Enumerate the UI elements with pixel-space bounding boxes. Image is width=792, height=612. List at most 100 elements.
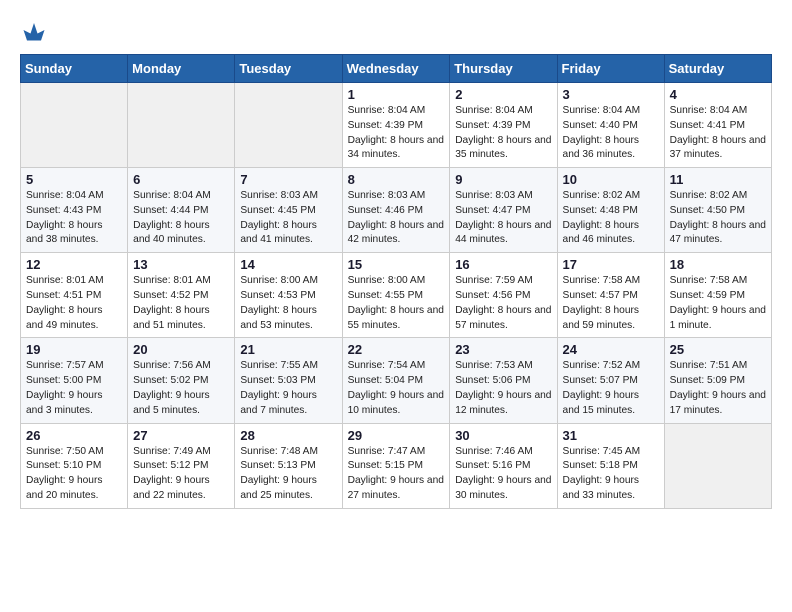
calendar-cell: 9 Sunrise: 8:03 AM Sunset: 4:47 PM Daylig…	[450, 168, 557, 253]
day-info: Sunrise: 8:04 AM Sunset: 4:44 PM Dayligh…	[133, 189, 229, 248]
day-info: Sunrise: 8:04 AM Sunset: 4:39 PM Dayligh…	[455, 104, 551, 163]
weekday-header-saturday: Saturday	[664, 55, 771, 83]
day-info: Sunrise: 8:03 AM Sunset: 4:45 PM Dayligh…	[240, 189, 336, 248]
day-number: 29	[348, 428, 445, 443]
day-number: 7	[240, 172, 336, 187]
logo-icon	[20, 16, 48, 44]
day-info: Sunrise: 8:00 AM Sunset: 4:55 PM Dayligh…	[348, 274, 445, 333]
day-number: 26	[26, 428, 122, 443]
day-info: Sunrise: 8:04 AM Sunset: 4:39 PM Dayligh…	[348, 104, 445, 163]
day-number: 18	[670, 257, 766, 272]
day-number: 23	[455, 342, 551, 357]
day-info: Sunrise: 8:03 AM Sunset: 4:46 PM Dayligh…	[348, 189, 445, 248]
day-number: 24	[563, 342, 659, 357]
day-info: Sunrise: 8:00 AM Sunset: 4:53 PM Dayligh…	[240, 274, 336, 333]
day-info: Sunrise: 7:54 AM Sunset: 5:04 PM Dayligh…	[348, 359, 445, 418]
day-number: 31	[563, 428, 659, 443]
day-info: Sunrise: 7:56 AM Sunset: 5:02 PM Dayligh…	[133, 359, 229, 418]
weekday-header-thursday: Thursday	[450, 55, 557, 83]
day-number: 10	[563, 172, 659, 187]
day-info: Sunrise: 7:58 AM Sunset: 4:59 PM Dayligh…	[670, 274, 766, 333]
logo	[20, 16, 52, 44]
day-number: 22	[348, 342, 445, 357]
week-row-3: 12 Sunrise: 8:01 AM Sunset: 4:51 PM Dayli…	[21, 253, 772, 338]
calendar-cell: 13 Sunrise: 8:01 AM Sunset: 4:52 PM Dayli…	[128, 253, 235, 338]
day-number: 2	[455, 87, 551, 102]
day-number: 27	[133, 428, 229, 443]
day-info: Sunrise: 7:46 AM Sunset: 5:16 PM Dayligh…	[455, 445, 551, 504]
day-info: Sunrise: 8:01 AM Sunset: 4:52 PM Dayligh…	[133, 274, 229, 333]
calendar-cell: 25 Sunrise: 7:51 AM Sunset: 5:09 PM Dayli…	[664, 338, 771, 423]
calendar-cell: 20 Sunrise: 7:56 AM Sunset: 5:02 PM Dayli…	[128, 338, 235, 423]
calendar-cell: 27 Sunrise: 7:49 AM Sunset: 5:12 PM Dayli…	[128, 423, 235, 508]
calendar-cell: 23 Sunrise: 7:53 AM Sunset: 5:06 PM Dayli…	[450, 338, 557, 423]
calendar-cell: 10 Sunrise: 8:02 AM Sunset: 4:48 PM Dayli…	[557, 168, 664, 253]
header	[20, 16, 772, 44]
calendar-cell: 14 Sunrise: 8:00 AM Sunset: 4:53 PM Dayli…	[235, 253, 342, 338]
calendar-cell: 19 Sunrise: 7:57 AM Sunset: 5:00 PM Dayli…	[21, 338, 128, 423]
week-row-1: 1Sunrise: 8:04 AM Sunset: 4:39 PM Daylig…	[21, 83, 772, 168]
day-number: 12	[26, 257, 122, 272]
calendar-cell: 12 Sunrise: 8:01 AM Sunset: 4:51 PM Dayli…	[21, 253, 128, 338]
day-number: 30	[455, 428, 551, 443]
calendar-cell: 4Sunrise: 8:04 AM Sunset: 4:41 PM Daylig…	[664, 83, 771, 168]
weekday-header-monday: Monday	[128, 55, 235, 83]
weekday-header-friday: Friday	[557, 55, 664, 83]
day-number: 28	[240, 428, 336, 443]
day-info: Sunrise: 7:52 AM Sunset: 5:07 PM Dayligh…	[563, 359, 659, 418]
calendar-cell: 5 Sunrise: 8:04 AM Sunset: 4:43 PM Daylig…	[21, 168, 128, 253]
day-info: Sunrise: 7:53 AM Sunset: 5:06 PM Dayligh…	[455, 359, 551, 418]
day-info: Sunrise: 7:48 AM Sunset: 5:13 PM Dayligh…	[240, 445, 336, 504]
day-info: Sunrise: 8:03 AM Sunset: 4:47 PM Dayligh…	[455, 189, 551, 248]
day-info: Sunrise: 8:04 AM Sunset: 4:43 PM Dayligh…	[26, 189, 122, 248]
day-number: 20	[133, 342, 229, 357]
calendar-cell: 29Sunrise: 7:47 AM Sunset: 5:15 PM Dayli…	[342, 423, 450, 508]
page: SundayMondayTuesdayWednesdayThursdayFrid…	[0, 0, 792, 612]
day-number: 3	[563, 87, 659, 102]
day-number: 19	[26, 342, 122, 357]
day-number: 8	[348, 172, 445, 187]
day-info: Sunrise: 8:01 AM Sunset: 4:51 PM Dayligh…	[26, 274, 122, 333]
calendar-cell: 3Sunrise: 8:04 AM Sunset: 4:40 PM Daylig…	[557, 83, 664, 168]
calendar-cell: 15 Sunrise: 8:00 AM Sunset: 4:55 PM Dayli…	[342, 253, 450, 338]
calendar-cell: 31Sunrise: 7:45 AM Sunset: 5:18 PM Dayli…	[557, 423, 664, 508]
calendar-cell: 21 Sunrise: 7:55 AM Sunset: 5:03 PM Dayli…	[235, 338, 342, 423]
day-number: 25	[670, 342, 766, 357]
day-info: Sunrise: 7:57 AM Sunset: 5:00 PM Dayligh…	[26, 359, 122, 418]
day-info: Sunrise: 8:04 AM Sunset: 4:41 PM Dayligh…	[670, 104, 766, 163]
day-number: 5	[26, 172, 122, 187]
weekday-header-row: SundayMondayTuesdayWednesdayThursdayFrid…	[21, 55, 772, 83]
day-info: Sunrise: 7:51 AM Sunset: 5:09 PM Dayligh…	[670, 359, 766, 418]
calendar-cell	[664, 423, 771, 508]
day-number: 13	[133, 257, 229, 272]
calendar-cell: 16Sunrise: 7:59 AM Sunset: 4:56 PM Dayli…	[450, 253, 557, 338]
day-info: Sunrise: 8:02 AM Sunset: 4:50 PM Dayligh…	[670, 189, 766, 248]
calendar-cell: 18 Sunrise: 7:58 AM Sunset: 4:59 PM Dayli…	[664, 253, 771, 338]
day-number: 16	[455, 257, 551, 272]
calendar-cell	[128, 83, 235, 168]
day-number: 21	[240, 342, 336, 357]
calendar-cell: 24 Sunrise: 7:52 AM Sunset: 5:07 PM Dayli…	[557, 338, 664, 423]
day-info: Sunrise: 8:02 AM Sunset: 4:48 PM Dayligh…	[563, 189, 659, 248]
weekday-header-wednesday: Wednesday	[342, 55, 450, 83]
week-row-4: 19 Sunrise: 7:57 AM Sunset: 5:00 PM Dayli…	[21, 338, 772, 423]
weekday-header-tuesday: Tuesday	[235, 55, 342, 83]
calendar-cell	[21, 83, 128, 168]
calendar-cell: 2 Sunrise: 8:04 AM Sunset: 4:39 PM Daylig…	[450, 83, 557, 168]
day-info: Sunrise: 7:58 AM Sunset: 4:57 PM Dayligh…	[563, 274, 659, 333]
day-number: 6	[133, 172, 229, 187]
day-number: 9	[455, 172, 551, 187]
calendar: SundayMondayTuesdayWednesdayThursdayFrid…	[20, 54, 772, 509]
weekday-header-sunday: Sunday	[21, 55, 128, 83]
calendar-cell: 17 Sunrise: 7:58 AM Sunset: 4:57 PM Dayli…	[557, 253, 664, 338]
calendar-cell: 11 Sunrise: 8:02 AM Sunset: 4:50 PM Dayli…	[664, 168, 771, 253]
calendar-cell: 30 Sunrise: 7:46 AM Sunset: 5:16 PM Dayli…	[450, 423, 557, 508]
day-number: 17	[563, 257, 659, 272]
day-info: Sunrise: 7:49 AM Sunset: 5:12 PM Dayligh…	[133, 445, 229, 504]
day-number: 11	[670, 172, 766, 187]
calendar-cell: 1Sunrise: 8:04 AM Sunset: 4:39 PM Daylig…	[342, 83, 450, 168]
day-number: 15	[348, 257, 445, 272]
day-info: Sunrise: 7:55 AM Sunset: 5:03 PM Dayligh…	[240, 359, 336, 418]
calendar-cell: 26Sunrise: 7:50 AM Sunset: 5:10 PM Dayli…	[21, 423, 128, 508]
day-number: 14	[240, 257, 336, 272]
